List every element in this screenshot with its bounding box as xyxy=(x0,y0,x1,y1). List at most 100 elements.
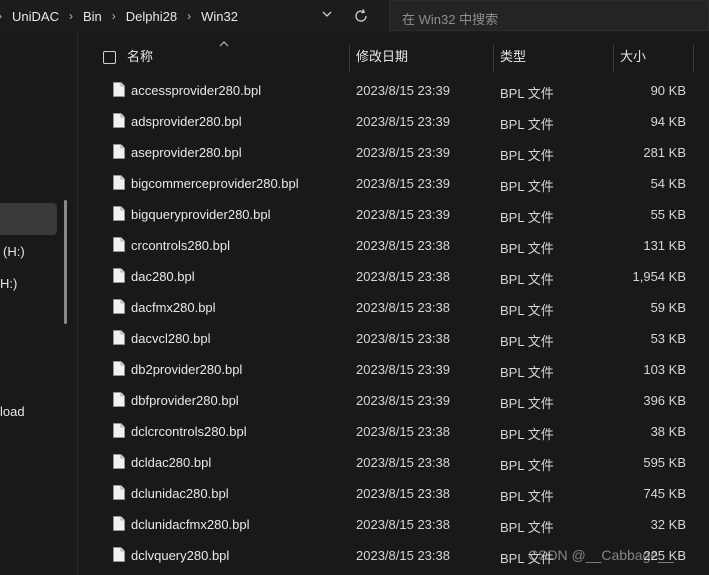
file-size: 38 KB xyxy=(650,424,686,439)
file-date-modified: 2023/8/15 23:38 xyxy=(356,331,450,346)
file-type: BPL 文件 xyxy=(500,241,554,256)
file-row[interactable]: dclunidac280.bpl 2023/8/15 23:38 BPL 文件 745… xyxy=(0,478,709,509)
file-type: BPL 文件 xyxy=(500,148,554,163)
file-row[interactable]: crcontrols280.bpl 2023/8/15 23:38 BPL 文件 13… xyxy=(0,230,709,261)
file-icon xyxy=(113,206,125,221)
file-row[interactable]: bigcommerceprovider280.bpl 2023/8/15 23:3… xyxy=(0,168,709,199)
file-type: BPL 文件 xyxy=(500,86,554,101)
file-icon xyxy=(113,330,125,345)
refresh-icon xyxy=(355,9,367,22)
file-row[interactable]: dacfmx280.bpl 2023/8/15 23:38 BPL 文件 59 KB xyxy=(0,292,709,323)
file-size: 53 KB xyxy=(650,331,686,346)
file-row[interactable]: dclcrcontrols280.bpl 2023/8/15 23:38 BPL 文… xyxy=(0,416,709,447)
file-type: BPL 文件 xyxy=(500,303,554,318)
file-date-modified: 2023/8/15 23:39 xyxy=(356,83,450,98)
column-name-header[interactable]: 名称 xyxy=(127,40,153,74)
file-size: 281 KB xyxy=(643,145,686,160)
file-type: BPL 文件 xyxy=(500,458,554,473)
file-name: crcontrols280.bpl xyxy=(131,238,230,253)
file-date-modified: 2023/8/15 23:39 xyxy=(356,176,450,191)
file-date-modified: 2023/8/15 23:39 xyxy=(356,145,450,160)
breadcrumb-unidac[interactable]: UniDAC xyxy=(12,9,59,24)
file-row[interactable]: dbfprovider280.bpl 2023/8/15 23:39 BPL 文件 3… xyxy=(0,385,709,416)
file-date-modified: 2023/8/15 23:38 xyxy=(356,486,450,501)
file-type: BPL 文件 xyxy=(500,427,554,442)
file-row[interactable]: aseprovider280.bpl 2023/8/15 23:39 BPL 文件 2… xyxy=(0,137,709,168)
file-icon xyxy=(113,392,125,407)
file-size: 745 KB xyxy=(643,486,686,501)
chevron-down-icon[interactable] xyxy=(318,7,336,25)
file-size: 54 KB xyxy=(650,176,686,191)
file-name: aseprovider280.bpl xyxy=(131,145,242,160)
file-icon xyxy=(113,299,125,314)
file-name: adsprovider280.bpl xyxy=(131,114,242,129)
file-date-modified: 2023/8/15 23:38 xyxy=(356,300,450,315)
breadcrumb-win32[interactable]: Win32 xyxy=(201,9,238,24)
file-icon xyxy=(113,82,125,97)
file-type: BPL 文件 xyxy=(500,179,554,194)
column-type-header[interactable]: 类型 xyxy=(500,40,526,74)
file-row[interactable]: dclunidacfmx280.bpl 2023/8/15 23:38 BPL 文件… xyxy=(0,509,709,540)
file-icon xyxy=(113,454,125,469)
file-icon xyxy=(113,113,125,128)
file-size: 103 KB xyxy=(643,362,686,377)
file-type: BPL 文件 xyxy=(500,489,554,504)
file-row[interactable]: bigqueryprovider280.bpl 2023/8/15 23:39 BP… xyxy=(0,199,709,230)
file-name: dclvquery280.bpl xyxy=(131,548,230,563)
file-row[interactable]: db2provider280.bpl 2023/8/15 23:39 BPL 文件 1… xyxy=(0,354,709,385)
file-date-modified: 2023/8/15 23:38 xyxy=(356,517,450,532)
file-date-modified: 2023/8/15 23:38 xyxy=(356,238,450,253)
file-type: BPL 文件 xyxy=(500,117,554,132)
file-name: dclcrcontrols280.bpl xyxy=(131,424,247,439)
breadcrumb-delphi28[interactable]: Delphi28 xyxy=(126,9,177,24)
file-name: dcldac280.bpl xyxy=(131,455,212,470)
file-icon xyxy=(113,175,125,190)
file-size: 131 KB xyxy=(643,238,686,253)
file-date-modified: 2023/8/15 23:38 xyxy=(356,269,450,284)
search-placeholder: 在 Win32 中搜索 xyxy=(402,12,499,27)
column-separator[interactable] xyxy=(693,44,694,72)
file-name: dacfmx280.bpl xyxy=(131,300,216,315)
toolbar: › UniDAC › Bin › Delphi28 › Win32 在 Win3… xyxy=(0,0,709,32)
file-size: 94 KB xyxy=(650,114,686,129)
file-type: BPL 文件 xyxy=(500,520,554,535)
breadcrumb-chevron-icon: › xyxy=(68,9,73,23)
file-type: BPL 文件 xyxy=(500,396,554,411)
file-row[interactable]: accessprovider280.bpl 2023/8/15 23:39 BPL … xyxy=(0,75,709,106)
watermark: CSDN @__Cabbage__ xyxy=(528,547,674,563)
column-separator[interactable] xyxy=(613,44,614,72)
file-date-modified: 2023/8/15 23:38 xyxy=(356,548,450,563)
file-size: 90 KB xyxy=(650,83,686,98)
file-icon xyxy=(113,485,125,500)
file-row[interactable]: dacvcl280.bpl 2023/8/15 23:38 BPL 文件 53 KB xyxy=(0,323,709,354)
file-name: accessprovider280.bpl xyxy=(131,83,262,98)
file-row[interactable]: dac280.bpl 2023/8/15 23:38 BPL 文件 1,954 KB xyxy=(0,261,709,292)
column-separator[interactable] xyxy=(493,44,494,72)
column-separator[interactable] xyxy=(349,44,350,72)
file-size: 1,954 KB xyxy=(632,269,687,284)
file-row[interactable]: dcldac280.bpl 2023/8/15 23:38 BPL 文件 595 KB xyxy=(0,447,709,478)
search-input[interactable]: 在 Win32 中搜索 xyxy=(389,0,709,31)
file-row[interactable]: adsprovider280.bpl 2023/8/15 23:39 BPL 文件 9… xyxy=(0,106,709,137)
file-icon xyxy=(113,516,125,531)
file-icon xyxy=(113,361,125,376)
file-name: dac280.bpl xyxy=(131,269,195,284)
refresh-button[interactable] xyxy=(346,3,376,29)
file-date-modified: 2023/8/15 23:39 xyxy=(356,114,450,129)
address-bar[interactable]: › UniDAC › Bin › Delphi28 › Win32 xyxy=(0,0,343,32)
file-date-modified: 2023/8/15 23:38 xyxy=(356,455,450,470)
column-size-header[interactable]: 大小 xyxy=(620,40,646,74)
file-icon xyxy=(113,237,125,252)
file-name: db2provider280.bpl xyxy=(131,362,243,377)
file-size: 59 KB xyxy=(650,300,686,315)
file-date-modified: 2023/8/15 23:38 xyxy=(356,424,450,439)
file-size: 595 KB xyxy=(643,455,686,470)
breadcrumb-chevron-icon: › xyxy=(187,9,192,23)
column-date-header[interactable]: 修改日期 xyxy=(356,40,408,74)
file-type: BPL 文件 xyxy=(500,334,554,349)
file-date-modified: 2023/8/15 23:39 xyxy=(356,362,450,377)
file-icon xyxy=(113,144,125,159)
file-name: dclunidac280.bpl xyxy=(131,486,229,501)
file-name: dacvcl280.bpl xyxy=(131,331,211,346)
breadcrumb-bin[interactable]: Bin xyxy=(83,9,102,24)
